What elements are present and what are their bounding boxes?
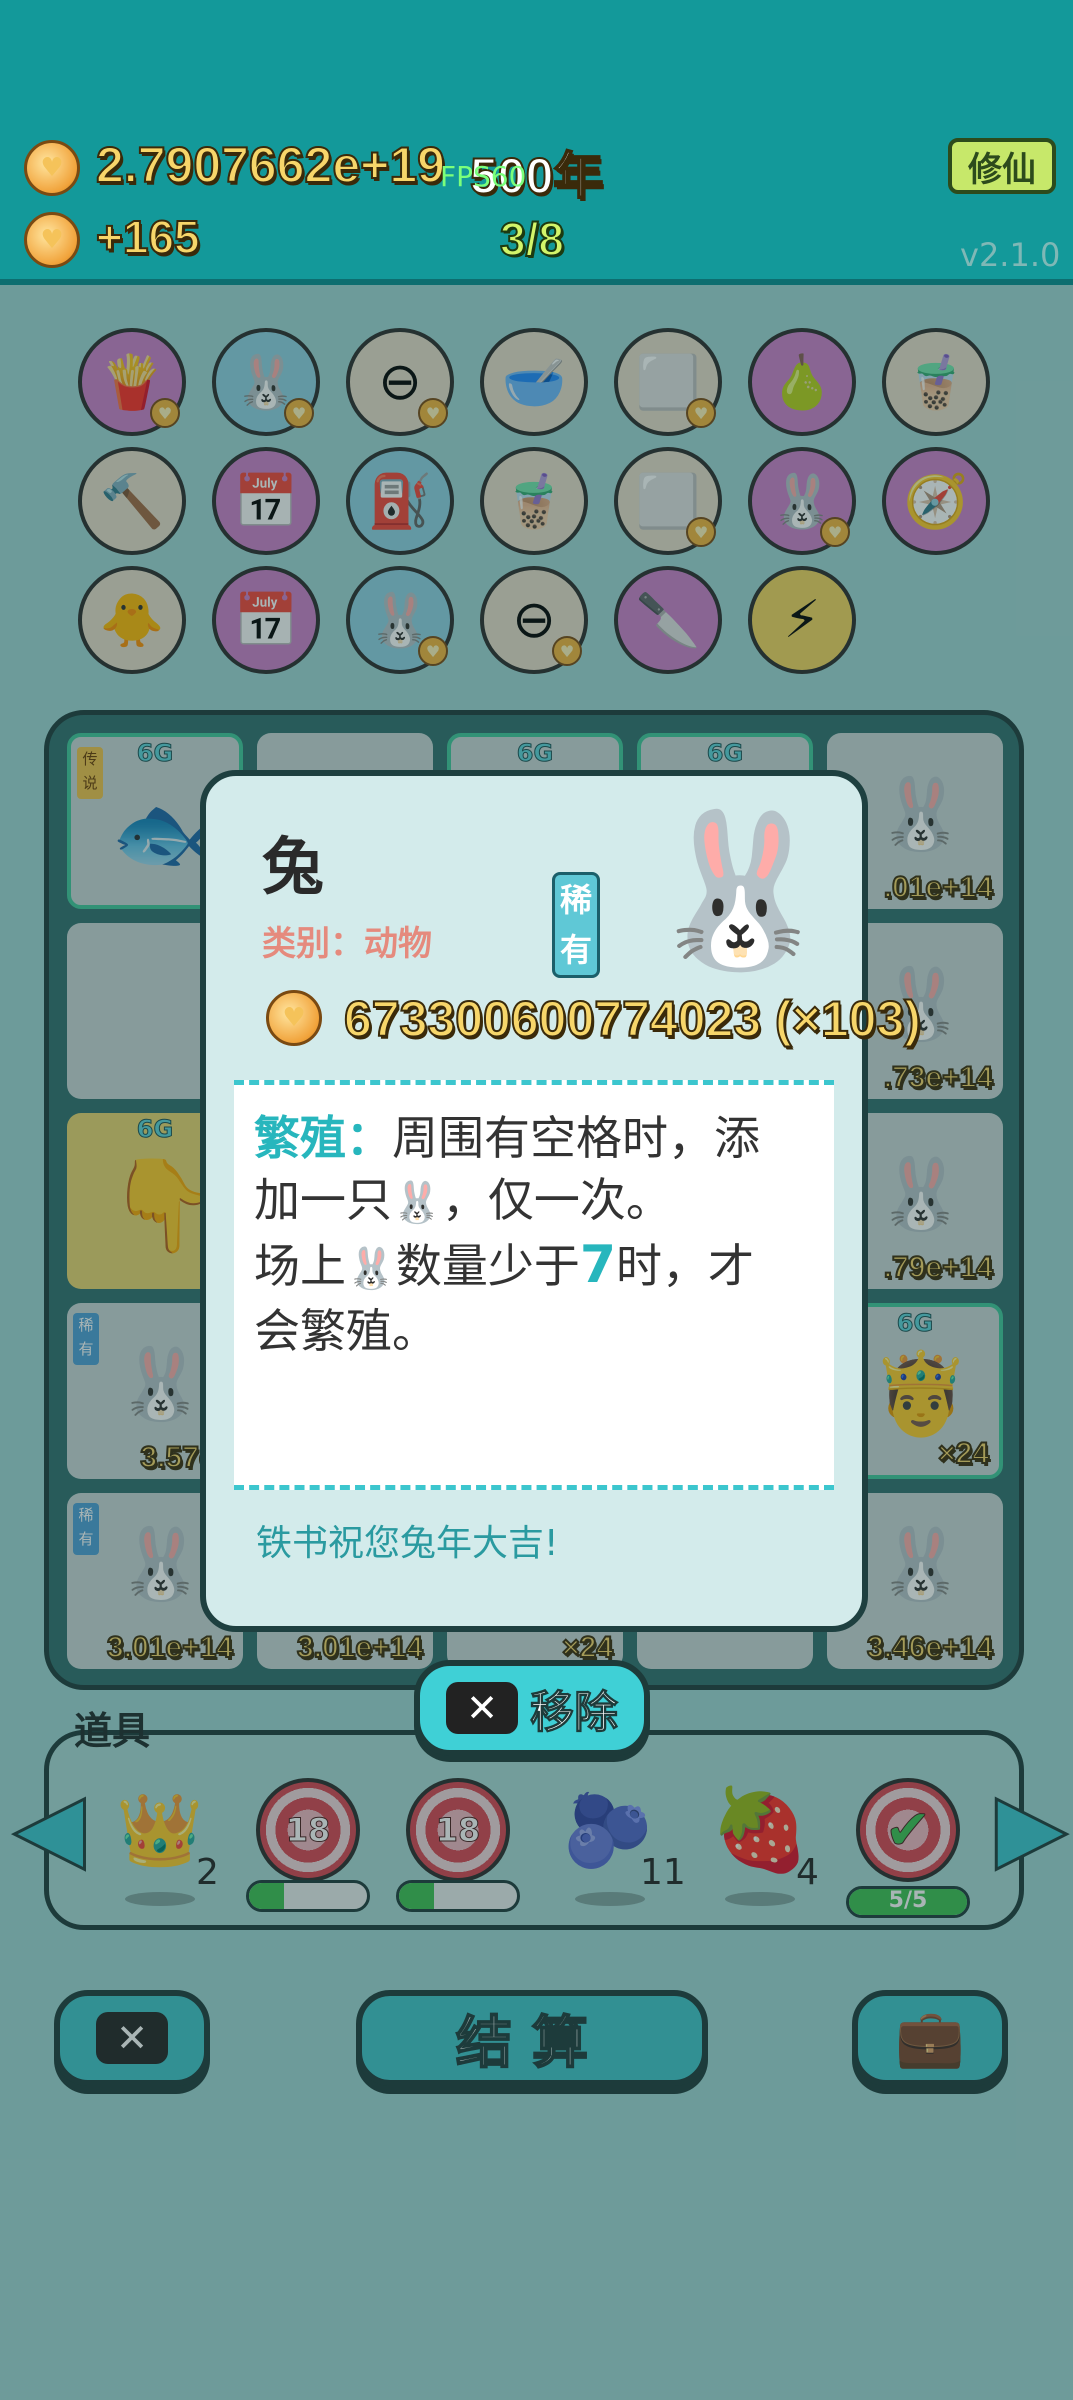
remove-button-label: 移除: [530, 1687, 619, 1739]
desc-text: ，仅一次。: [441, 1173, 672, 1227]
coin-total: 2.7907662e+19: [95, 136, 446, 194]
desc-text: 加一只: [254, 1173, 392, 1227]
desc-number: 7: [579, 1235, 616, 1295]
rabbit-inline-icon: 🐰: [346, 1246, 396, 1292]
coin-icon: ♥: [24, 140, 80, 196]
item-title: 兔: [262, 830, 325, 903]
item-description: 繁殖：周围有空格时，添 加一只🐰，仅一次。 场上🐰数量少于7时，才 会繁殖。: [234, 1080, 834, 1490]
ability-keyword: 繁殖：: [254, 1111, 392, 1165]
close-icon: ✕: [446, 1682, 518, 1734]
round-counter: 3/8: [499, 212, 565, 266]
remove-button[interactable]: ✕ 移除: [414, 1660, 650, 1756]
desc-text: 数量少于: [395, 1239, 580, 1293]
desc-text: 场上: [254, 1239, 346, 1293]
income-per-turn: +165: [95, 210, 201, 264]
rabbit-inline-icon: 🐰: [392, 1180, 442, 1226]
income-coin-icon: ♥: [24, 212, 80, 268]
desc-text: 周围有空格时，添: [392, 1111, 760, 1165]
item-value: 673300600774023 (×103): [343, 990, 922, 1048]
item-category: 类别：动物: [262, 924, 432, 964]
value-coin-icon: ♥: [266, 990, 322, 1046]
dialog-footer: 铁书祝您兔年大吉!: [256, 1523, 559, 1564]
rabbit-icon: 🐰: [646, 804, 833, 978]
rarity-badge: 稀有: [552, 872, 600, 978]
fps-counter: FPS60: [440, 160, 527, 193]
item-detail-dialog: 兔 类别：动物 稀有 🐰 ♥ 673300600774023 (×103) 繁殖…: [200, 770, 922, 1632]
desc-text: 会繁殖。: [254, 1304, 438, 1358]
desc-text: 时，才: [616, 1239, 754, 1293]
xiuxian-button[interactable]: 修仙: [948, 138, 1056, 194]
version-label: v2.1.0: [960, 236, 1061, 274]
